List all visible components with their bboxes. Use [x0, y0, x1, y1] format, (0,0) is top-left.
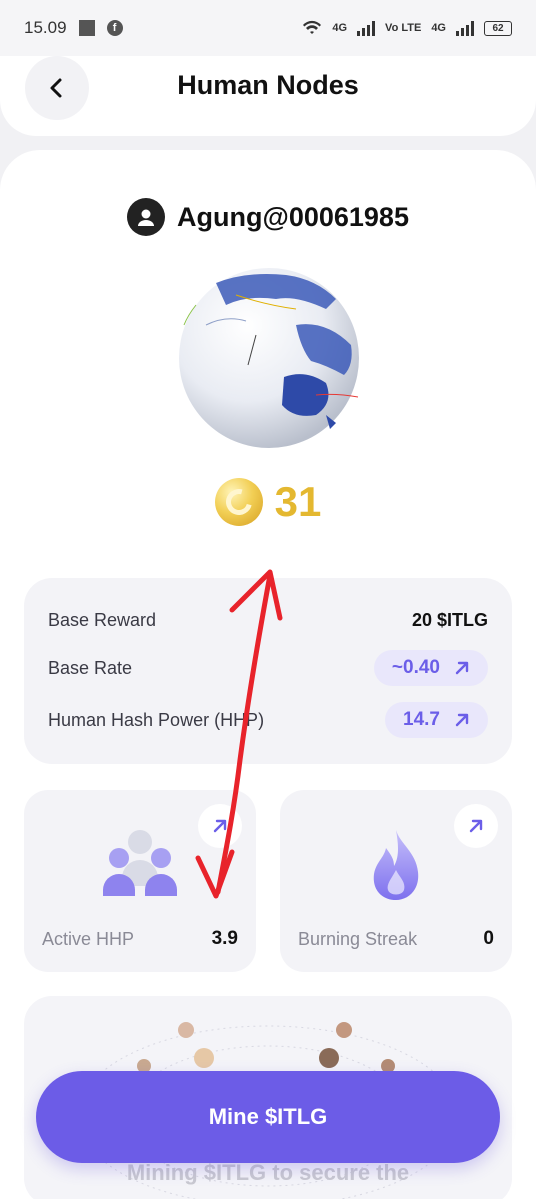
flame-icon	[373, 830, 419, 900]
notification-square-icon	[78, 20, 95, 36]
wifi-icon	[303, 20, 322, 34]
stat-label: Base Reward	[48, 609, 157, 630]
stat-row-base-reward: Base Reward 20 $ITLG	[48, 602, 488, 638]
active-hhp-label: Active HHP	[42, 929, 135, 949]
stat-label: Human Hash Power (HHP)	[48, 709, 265, 730]
mine-button[interactable]: Mine $ITLG	[36, 1071, 500, 1163]
signal-icon	[456, 20, 474, 36]
stat-row-hhp: Human Hash Power (HHP) 14.7	[48, 702, 488, 738]
burning-streak-label: Burning Streak	[298, 929, 418, 949]
coin-icon	[214, 478, 263, 526]
arrow-up-right-icon	[455, 661, 469, 675]
facebook-icon: f	[106, 20, 123, 36]
arrow-up-right-icon	[213, 819, 227, 833]
base-rate-pill[interactable]: ~0.40	[373, 650, 488, 686]
arrow-up-right-icon	[455, 713, 469, 727]
active-hhp-card[interactable]: Active HHP 3.9	[24, 790, 256, 972]
main-card: Agung@00061985 31 Base Reward 20 $ITLG B…	[0, 150, 536, 1199]
arrow-up-right-icon	[469, 819, 483, 833]
status-time: 15.09	[24, 18, 67, 37]
token-balance-row: 31	[0, 478, 536, 526]
header: Human Nodes	[0, 56, 536, 136]
battery-icon: 62	[484, 20, 512, 36]
burning-streak-value: 0	[483, 928, 494, 949]
network-label-2: 4G	[431, 22, 446, 34]
stat-label: Base Rate	[48, 657, 133, 678]
user-row: Agung@00061985	[0, 198, 536, 236]
people-icon	[103, 830, 177, 896]
active-hhp-value: 3.9	[211, 928, 238, 949]
stats-card: Base Reward 20 $ITLG Base Rate ~0.40 Hum…	[24, 578, 512, 764]
username: Agung@00061985	[177, 201, 409, 232]
globe-illustration	[179, 268, 359, 448]
active-hhp-arrow-button[interactable]	[198, 804, 242, 848]
burning-streak-arrow-button[interactable]	[454, 804, 498, 848]
token-balance: 31	[274, 478, 322, 525]
signal-icon	[357, 20, 376, 36]
promo-text: Mining $ITLG to secure the	[126, 1160, 410, 1185]
hhp-pill[interactable]: 14.7	[385, 702, 488, 738]
user-icon	[127, 198, 166, 236]
network-label-1: 4G	[332, 22, 348, 34]
status-bar: 15.09 f 4G Vo LTE 4G 62	[0, 0, 536, 56]
burning-streak-card[interactable]: Burning Streak 0	[280, 790, 512, 972]
volte-label: Vo LTE	[385, 22, 422, 34]
battery-level: 62	[492, 22, 504, 34]
stat-row-base-rate: Base Rate ~0.40	[48, 650, 488, 686]
stat-value: 14.7	[403, 709, 440, 730]
stat-value: ~0.40	[391, 657, 440, 678]
page-title: Human Nodes	[177, 70, 359, 100]
stat-value: 20 $ITLG	[411, 609, 488, 630]
